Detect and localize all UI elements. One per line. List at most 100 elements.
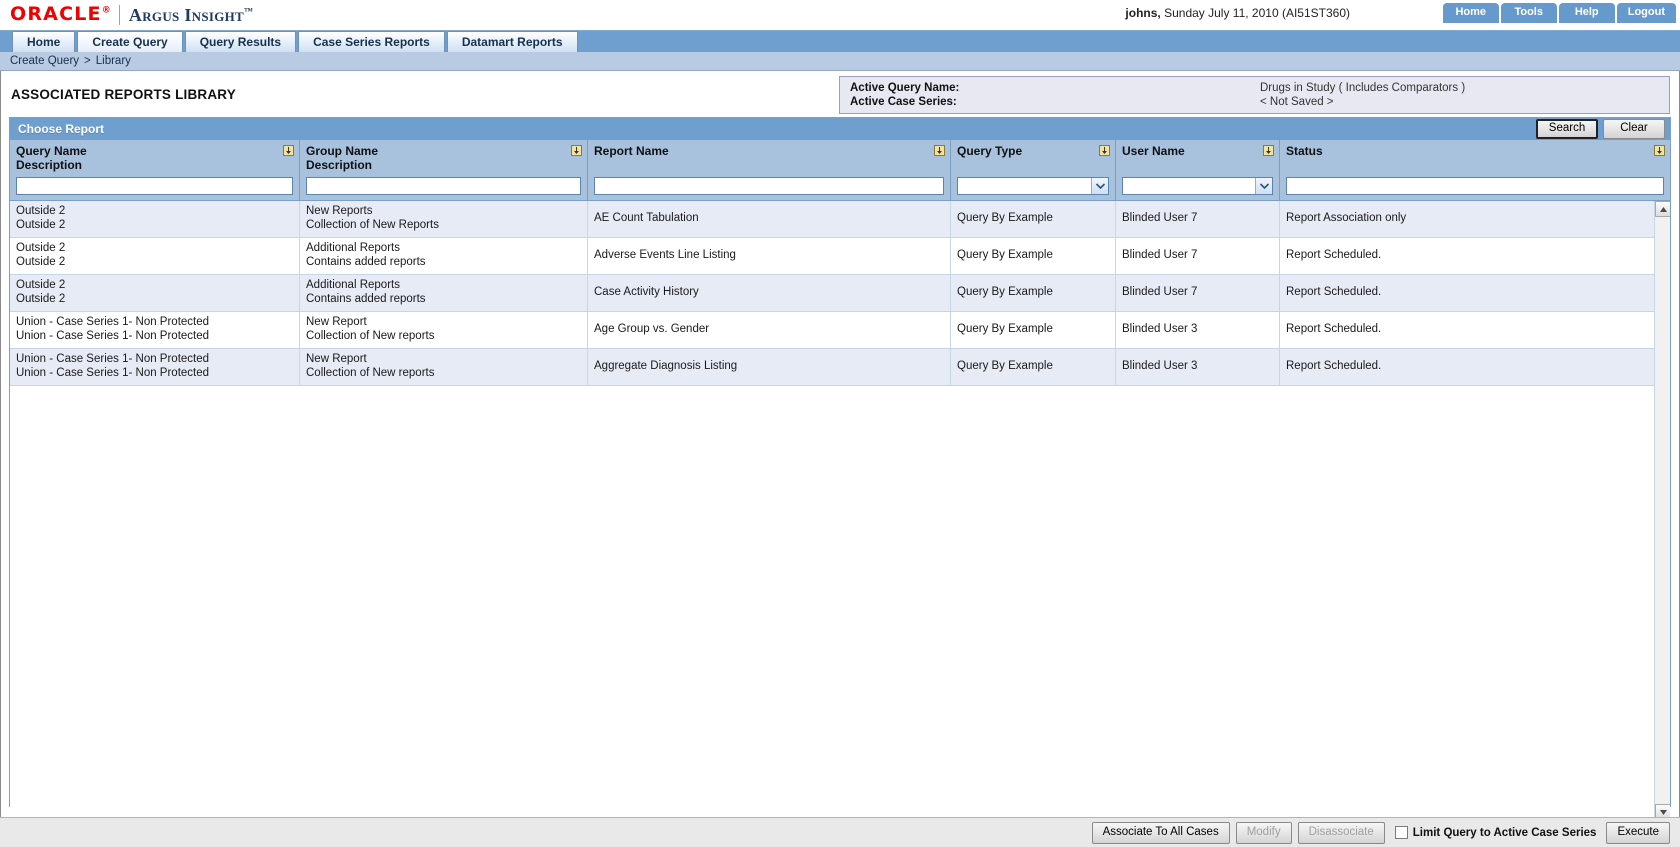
- group-description-text: Contains added reports: [306, 292, 426, 305]
- page-title: ASSOCIATED REPORTS LIBRARY: [11, 86, 236, 102]
- active-case-series-label: Active Case Series:: [850, 96, 957, 108]
- cell-query-type: Query By Example: [951, 201, 1116, 237]
- clear-button[interactable]: Clear: [1603, 119, 1665, 139]
- associate-to-all-cases-button[interactable]: Associate To All Cases: [1091, 821, 1230, 844]
- table-row[interactable]: Outside 2 Outside 2 Additional Reports C…: [10, 238, 1670, 275]
- modify-button: Modify: [1235, 821, 1292, 844]
- column-report-name-title: Report Name: [594, 144, 669, 158]
- scrollbar-track[interactable]: [1655, 217, 1670, 804]
- cell-report-name: Adverse Events Line Listing: [588, 238, 951, 274]
- toplink-logout[interactable]: Logout: [1616, 3, 1676, 23]
- cell-group-name: New Report Collection of New reports: [300, 312, 588, 348]
- execute-button[interactable]: Execute: [1606, 821, 1670, 844]
- query-description-text: Union - Case Series 1- Non Protected: [16, 329, 210, 342]
- filter-down-icon[interactable]: [1099, 145, 1110, 156]
- filter-down-icon[interactable]: [571, 145, 582, 156]
- cell-report-name: Age Group vs. Gender: [588, 312, 951, 348]
- chevron-down-icon[interactable]: [1255, 178, 1272, 194]
- query-description-text: Outside 2: [16, 255, 66, 268]
- registered-mark: ®: [101, 5, 112, 16]
- search-button[interactable]: Search: [1536, 119, 1598, 139]
- chevron-down-icon[interactable]: [1091, 178, 1108, 194]
- filter-down-icon[interactable]: [283, 145, 294, 156]
- cell-query-type: Query By Example: [951, 349, 1116, 385]
- column-status-subtitle: [1286, 158, 1664, 172]
- query-name-text: Outside 2: [16, 205, 66, 217]
- table-row[interactable]: Union - Case Series 1- Non Protected Uni…: [10, 349, 1670, 386]
- disassociate-button: Disassociate: [1297, 821, 1385, 844]
- user-name-select[interactable]: [1122, 177, 1273, 195]
- cell-user-name: Blinded User 3: [1116, 349, 1280, 385]
- breadcrumb-separator: >: [84, 55, 91, 67]
- query-description-text: Outside 2: [16, 292, 66, 305]
- table-row[interactable]: Outside 2 Outside 2 New Reports Collecti…: [10, 201, 1670, 238]
- cell-query-name: Outside 2 Outside 2: [10, 201, 300, 237]
- column-query-name-subtitle: Description: [16, 158, 83, 172]
- tab-create-query[interactable]: Create Query: [77, 31, 183, 52]
- query-name-filter-wrap: [16, 177, 293, 195]
- query-name-filter-input[interactable]: [16, 177, 293, 195]
- choose-report-header: Choose Report Search Clear: [10, 118, 1670, 140]
- query-type-select[interactable]: [957, 177, 1109, 195]
- cell-user-name: Blinded User 7: [1116, 238, 1280, 274]
- toplink-help[interactable]: Help: [1558, 3, 1615, 23]
- brand-bar: ORACLE® Argus Insight™ johns, Sunday Jul…: [0, 0, 1680, 30]
- tab-datamart-reports[interactable]: Datamart Reports: [446, 31, 578, 52]
- group-description-text: Collection of New Reports: [306, 218, 439, 231]
- report-name-filter-input[interactable]: [594, 177, 944, 195]
- breadcrumb-create-query[interactable]: Create Query: [10, 55, 79, 67]
- cell-query-name: Outside 2 Outside 2: [10, 238, 300, 274]
- tab-home[interactable]: Home: [12, 31, 76, 52]
- cell-query-name: Union - Case Series 1- Non Protected Uni…: [10, 349, 300, 385]
- group-description-text: Collection of New reports: [306, 329, 435, 342]
- vertical-scrollbar[interactable]: [1654, 201, 1670, 820]
- report-rows: Outside 2 Outside 2 New Reports Collecti…: [10, 201, 1670, 820]
- query-type-filter-wrap: [957, 177, 1109, 195]
- group-description-text: Contains added reports: [306, 255, 426, 268]
- brand-divider: [118, 4, 120, 25]
- column-status-title: Status: [1286, 144, 1323, 158]
- limit-query-checkbox[interactable]: [1394, 826, 1408, 839]
- limit-query-checkbox-wrap[interactable]: Limit Query to Active Case Series: [1394, 826, 1596, 839]
- group-description-text: Collection of New reports: [306, 366, 435, 379]
- column-query-type-subtitle: [957, 158, 1109, 172]
- table-row[interactable]: Union - Case Series 1- Non Protected Uni…: [10, 312, 1670, 349]
- status-filter-input[interactable]: [1286, 177, 1664, 195]
- scroll-up-icon[interactable]: [1655, 201, 1670, 217]
- column-header-row: Query Name Description Group Name Descri…: [10, 140, 1670, 201]
- column-user-name: User Name: [1116, 140, 1280, 200]
- query-name-text: Union - Case Series 1- Non Protected: [16, 353, 210, 365]
- column-group-name-title: Group Name: [306, 144, 379, 158]
- panel-buttons: Search Clear: [1536, 119, 1665, 139]
- breadcrumb-library: Library: [95, 55, 131, 67]
- choose-report-panel: Choose Report Search Clear Query Name De…: [9, 117, 1671, 820]
- cell-group-name: New Report Collection of New reports: [300, 349, 588, 385]
- filter-down-icon[interactable]: [934, 145, 945, 156]
- group-name-text: New Reports: [306, 205, 373, 217]
- group-name-text: Additional Reports: [306, 242, 400, 254]
- cell-status: Report Scheduled.: [1286, 359, 1382, 372]
- tab-case-series-reports[interactable]: Case Series Reports: [298, 31, 445, 52]
- column-group-name-subtitle: Description: [306, 158, 373, 172]
- cell-query-type: Query By Example: [951, 238, 1116, 274]
- table-row[interactable]: Outside 2 Outside 2 Additional Reports C…: [10, 275, 1670, 312]
- filter-down-icon[interactable]: [1263, 145, 1274, 156]
- column-status: Status: [1280, 140, 1670, 200]
- tab-query-results[interactable]: Query Results: [184, 31, 297, 52]
- cell-query-name: Union - Case Series 1- Non Protected Uni…: [10, 312, 300, 348]
- toplink-tools[interactable]: Tools: [1500, 3, 1557, 23]
- toplink-home[interactable]: Home: [1442, 3, 1499, 23]
- group-name-filter-input[interactable]: [306, 177, 581, 195]
- cell-report-name: AE Count Tabulation: [588, 201, 951, 237]
- application-window: ORACLE® Argus Insight™ johns, Sunday Jul…: [0, 0, 1680, 847]
- query-description-text: Outside 2: [16, 218, 66, 231]
- cell-group-name: New Reports Collection of New Reports: [300, 201, 588, 237]
- active-query-name-row: Active Query Name: Drugs in Study ( Incl…: [850, 81, 1669, 95]
- status-filter-wrap: [1286, 177, 1664, 195]
- query-name-text: Outside 2: [16, 242, 66, 254]
- cell-report-name: Aggregate Diagnosis Listing: [588, 349, 951, 385]
- cell-status: Report Association only: [1286, 211, 1407, 224]
- oracle-logo: ORACLE®: [10, 3, 112, 25]
- filter-down-icon[interactable]: [1654, 145, 1665, 156]
- group-name-text: New Report: [306, 316, 367, 328]
